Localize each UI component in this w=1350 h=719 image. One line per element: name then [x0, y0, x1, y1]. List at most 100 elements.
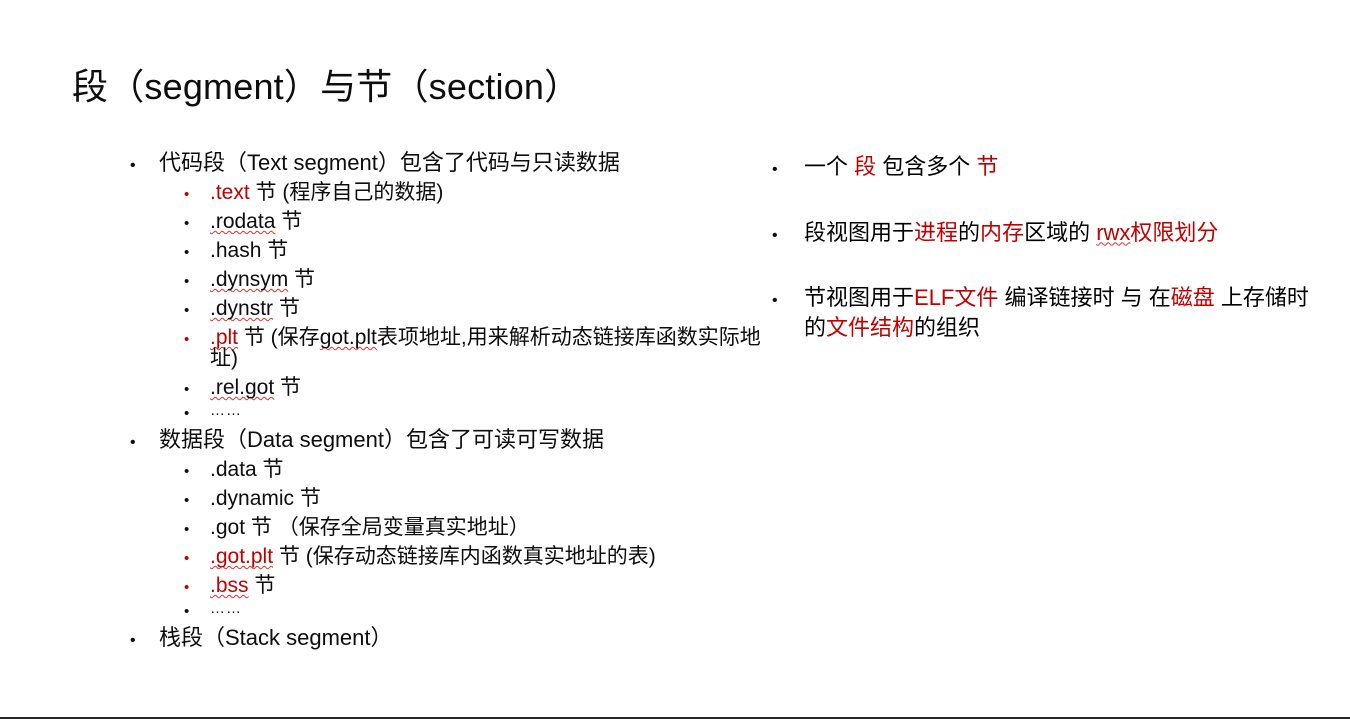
bullet-item-level-2: • .rodata 节: [130, 211, 770, 232]
text-run: ELF文件: [914, 285, 999, 311]
bullet-marker-icon: •: [184, 331, 190, 348]
text-run: 节: [248, 574, 276, 597]
text-run: got.plt: [319, 326, 377, 349]
text-run: 节 (保存动态链接库内函数真实地址的表): [273, 545, 656, 568]
bullet-item-level-2: • .got.plt 节 (保存动态链接库内函数真实地址的表): [130, 546, 770, 567]
text-run: 节: [976, 154, 999, 179]
bullet-text: 代码段（Text segment）包含了代码与只读数据: [159, 152, 770, 174]
bullet-marker-icon: •: [772, 161, 778, 178]
text-run: .text: [210, 181, 250, 204]
text-run: 包含多个: [876, 154, 977, 179]
bullet-item-right: • 节视图用于ELF文件 编译链接时 与 在磁盘 上存储时 的文件结构的组织: [772, 283, 1312, 342]
bullet-marker-icon: •: [184, 405, 190, 422]
bullet-text: .rodata 节: [210, 211, 770, 232]
bullet-item-level-2: • .dynstr 节: [130, 298, 770, 319]
text-run: .data 节: [210, 458, 284, 481]
text-run: .dynstr: [210, 297, 274, 320]
bullet-marker-icon: •: [184, 550, 190, 567]
bullet-text: 节视图用于ELF文件 编译链接时 与 在磁盘 上存储时 的文件结构的组织: [804, 283, 1312, 342]
bullet-marker-icon: •: [184, 244, 190, 261]
bullet-item-level-2: • .dynamic 节: [130, 488, 770, 509]
bullet-marker-icon: •: [184, 215, 190, 232]
text-run: ……: [210, 402, 242, 419]
bullet-text: .dynsym 节: [210, 269, 770, 290]
text-run: .dynsym: [210, 268, 289, 291]
bullet-marker-icon: •: [184, 381, 190, 398]
text-run: 节 (保存: [238, 326, 320, 349]
bullet-text: 段视图用于进程的内存区域的 rwx权限划分: [804, 218, 1312, 248]
bullet-marker-icon: •: [772, 226, 778, 244]
bullet-text: .dynstr 节: [210, 298, 770, 319]
text-run: .hash: [210, 239, 262, 262]
bullet-item-level-1: • 代码段（Text segment）包含了代码与只读数据: [130, 152, 770, 174]
text-run: .rel.got: [210, 376, 275, 399]
bullet-item-level-1: • 栈段（Stack segment）: [130, 627, 770, 649]
text-run: 节: [261, 239, 289, 262]
text-run: 栈段（Stack segment）: [159, 625, 393, 650]
bullet-text: .got 节 （保存全局变量真实地址）: [210, 517, 770, 538]
text-run: 区域的: [1024, 219, 1097, 245]
bullet-item-level-2: • .text 节 (程序自己的数据): [130, 182, 770, 203]
bullet-item-level-2: • .data 节: [130, 459, 770, 480]
bullet-item-right: • 段视图用于进程的内存区域的 rwx权限划分: [772, 218, 1312, 248]
bullet-marker-icon: •: [130, 434, 136, 451]
bullet-text: .dynamic 节: [210, 488, 770, 509]
text-run: .plt: [210, 326, 239, 349]
text-run: 进程: [914, 219, 959, 245]
bullet-marker-icon: •: [184, 492, 190, 509]
text-run: 段: [854, 154, 877, 179]
text-run: 内存: [980, 219, 1025, 245]
bullet-text: ……: [210, 601, 770, 616]
text-run: .bss: [210, 574, 249, 597]
bullet-text: .data 节: [210, 459, 770, 480]
bullet-marker-icon: •: [184, 273, 190, 290]
page-title: 段（segment）与节（section）: [72, 66, 581, 107]
bullet-marker-icon: •: [130, 157, 136, 174]
right-content-column: • 一个 段 包含多个 节 • 段视图用于进程的内存区域的 rwx权限划分 • 节视图用于…: [772, 152, 1312, 379]
bullet-text: .got.plt 节 (保存动态链接库内函数真实地址的表): [210, 546, 770, 567]
text-run: 的组织: [914, 315, 981, 341]
text-run: 权限划分: [1130, 219, 1219, 245]
text-run: 的: [958, 219, 981, 245]
text-run: 节 (程序自己的数据): [249, 181, 444, 204]
bullet-item-level-2: • .bss 节: [130, 575, 770, 596]
text-run: .rodata: [210, 210, 276, 233]
bullet-item-level-2: • ……: [130, 601, 770, 620]
bullet-marker-icon: •: [184, 463, 190, 480]
bullet-item-level-1: • 数据段（Data segment）包含了可读可写数据: [130, 429, 770, 451]
left-content-column: • 代码段（Text segment）包含了代码与只读数据 • .text 节 (程序…: [130, 152, 770, 657]
bullet-text: ……: [210, 403, 770, 418]
text-run: 节视图用于: [804, 285, 915, 311]
text-run: 一个: [804, 154, 855, 179]
text-run: .got.plt: [210, 545, 274, 568]
bullet-item-level-2: • ……: [130, 403, 770, 422]
presentation-slide: 段（segment）与节（section） • 代码段（Text segment）…: [0, 0, 1350, 719]
text-run: 段视图用于: [804, 219, 915, 245]
bullet-text: .hash 节: [210, 240, 770, 261]
text-run: 数据段（Data segment）包含了可读可写数据: [159, 427, 604, 452]
bullet-text: 数据段（Data segment）包含了可读可写数据: [159, 429, 770, 451]
text-run: .got 节 （保存全局变量真实地址）: [210, 516, 530, 539]
bullet-item-level-2: • .hash 节: [130, 240, 770, 261]
bullet-text: 栈段（Stack segment）: [159, 627, 770, 649]
text-run: 代码段（Text segment）包含了代码与只读数据: [159, 150, 620, 175]
text-run: 文件结构: [826, 315, 915, 341]
bullet-item-level-2: • .dynsym 节: [130, 269, 770, 290]
bullet-marker-icon: •: [184, 186, 190, 203]
bullet-marker-icon: •: [772, 292, 778, 310]
bullet-item-level-2: • .got 节 （保存全局变量真实地址）: [130, 517, 770, 538]
text-run: 节: [274, 376, 302, 399]
text-run: 编译链接时 与 在: [998, 285, 1171, 311]
text-run: ……: [210, 600, 242, 617]
bullet-marker-icon: •: [184, 302, 190, 319]
bullet-text: 一个 段 包含多个 节: [804, 152, 1312, 182]
text-run: .dynamic 节: [210, 487, 321, 510]
bullet-text: .bss 节: [210, 575, 770, 596]
text-run: 节: [273, 297, 300, 320]
bullet-marker-icon: •: [184, 603, 190, 620]
bullet-text: .plt 节 (保存got.plt表项地址,用来解析动态链接库函数实际地址): [210, 327, 770, 369]
bullet-item-right: • 一个 段 包含多个 节: [772, 152, 1312, 182]
bullet-item-level-2: • .rel.got 节: [130, 377, 770, 398]
bullet-text: .text 节 (程序自己的数据): [210, 182, 770, 203]
text-run: 节: [288, 268, 316, 291]
